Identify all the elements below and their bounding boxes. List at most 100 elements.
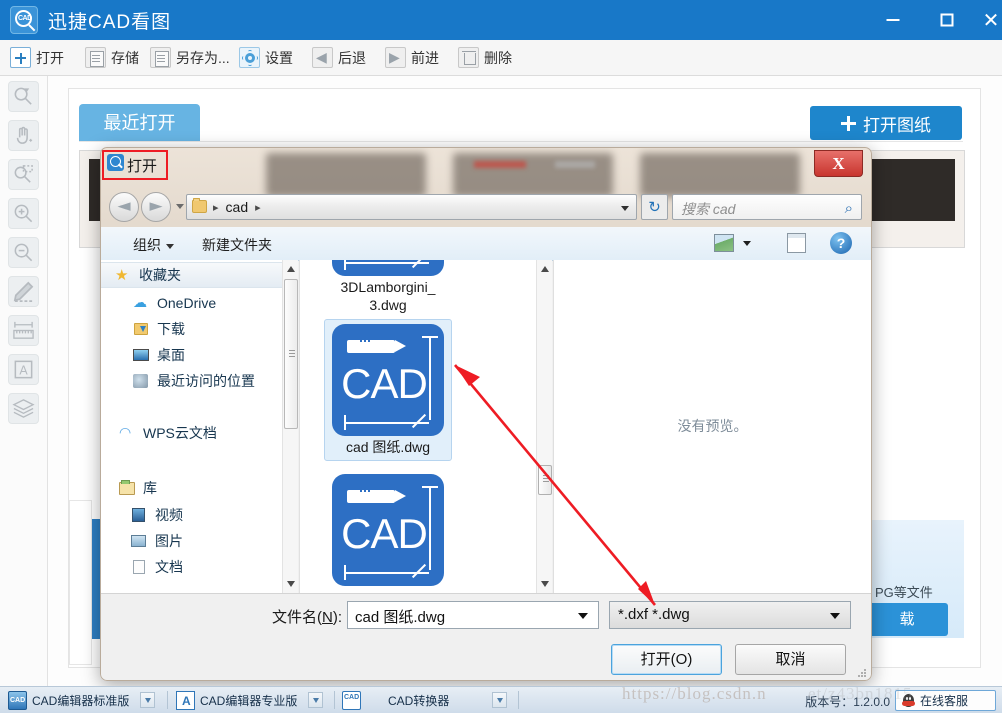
list-item[interactable]: CAD cad 图纸.dwg bbox=[324, 319, 452, 461]
no-preview-text: 没有预览。 bbox=[677, 418, 748, 434]
help-icon[interactable]: ? bbox=[830, 232, 852, 254]
scrollbar-thumb[interactable] bbox=[538, 465, 552, 495]
toolbar-save-button[interactable]: 存储 bbox=[85, 44, 139, 71]
taskbar-download-arrow-icon[interactable] bbox=[492, 692, 507, 708]
cancel-button[interactable]: 取消 bbox=[735, 644, 846, 675]
nav-pane-scrollbar[interactable] bbox=[282, 260, 298, 593]
file-list-scrollbar[interactable] bbox=[536, 260, 552, 593]
sidebar-item-label: 最近访问的位置 bbox=[157, 373, 255, 389]
sidebar-item-label: OneDrive bbox=[157, 295, 217, 311]
sidebar-item-videos[interactable]: 视频 bbox=[101, 502, 282, 528]
gear-icon bbox=[239, 47, 260, 68]
toolbar-item-label: 删除 bbox=[484, 49, 512, 66]
sidebar-item-downloads[interactable]: 下载 bbox=[101, 316, 282, 342]
sidebar-item-desktop[interactable]: 桌面 bbox=[101, 342, 282, 368]
filetype-select[interactable]: *.dxf *.dwg bbox=[609, 601, 851, 629]
left-card-back bbox=[69, 500, 92, 665]
pan-hand-icon[interactable] bbox=[8, 120, 39, 151]
open-button[interactable]: 打开(O) bbox=[611, 644, 722, 675]
redo-arrow-icon: ▶ bbox=[385, 47, 406, 68]
scroll-up-icon[interactable] bbox=[287, 266, 295, 272]
maximize-button[interactable] bbox=[924, 0, 970, 40]
zoom-out-icon[interactable] bbox=[8, 237, 39, 268]
sidebar-item-libraries[interactable]: 库 bbox=[101, 475, 282, 501]
resize-grip[interactable] bbox=[857, 668, 867, 678]
scroll-up-icon[interactable] bbox=[541, 266, 549, 272]
search-icon: ⌕ bbox=[844, 199, 853, 217]
close-button[interactable]: ✕ bbox=[968, 0, 1002, 40]
minimize-icon bbox=[886, 19, 900, 21]
breadcrumb-current[interactable]: cad bbox=[226, 199, 249, 215]
svg-text:A: A bbox=[19, 363, 28, 377]
promo-download-button[interactable]: 载 bbox=[866, 603, 948, 636]
desktop-icon bbox=[133, 347, 150, 364]
save-as-icon bbox=[150, 47, 171, 68]
list-item[interactable]: CAD bbox=[324, 474, 452, 586]
sidebar-item-wps-cloud[interactable]: ◠ WPS云文档 bbox=[101, 420, 282, 446]
chevron-down-icon[interactable] bbox=[830, 613, 840, 619]
sidebar-item-label: 文档 bbox=[155, 559, 183, 575]
nav-back-button[interactable]: ◄ bbox=[109, 192, 139, 222]
taskbar-download-arrow-icon[interactable] bbox=[308, 692, 323, 708]
nav-forward-button[interactable]: ► bbox=[141, 192, 171, 222]
open-drawing-button[interactable]: 打开图纸 bbox=[810, 106, 962, 140]
list-item[interactable]: CAD 3DLamborgini_ 3.dwg bbox=[324, 260, 452, 314]
sidebar-item-documents[interactable]: 文档 bbox=[101, 554, 282, 580]
chevron-down-icon[interactable] bbox=[743, 241, 751, 246]
toolbar-delete-button[interactable]: 删除 bbox=[458, 44, 512, 71]
cad-file-icon: CAD bbox=[332, 324, 444, 436]
nav-history-dropdown-icon[interactable] bbox=[176, 204, 184, 209]
dialog-title: 打开 bbox=[127, 158, 158, 175]
chevron-down-icon[interactable] bbox=[578, 613, 588, 619]
toolbar-back-button[interactable]: ◀ 后退 bbox=[312, 44, 366, 71]
toolbar-forward-button[interactable]: ▶ 前进 bbox=[385, 44, 439, 71]
documents-icon bbox=[131, 559, 148, 576]
taskbar-item-cad-converter[interactable]: CAD转换器 bbox=[342, 690, 449, 710]
organize-menu-button[interactable]: 组织 bbox=[133, 235, 174, 255]
zoom-in-icon[interactable] bbox=[8, 198, 39, 229]
cad-standard-icon bbox=[8, 690, 27, 710]
maximize-icon bbox=[940, 13, 954, 27]
layers-icon[interactable] bbox=[8, 393, 39, 424]
filename-input[interactable]: cad 图纸.dwg bbox=[347, 601, 599, 629]
sidebar-item-onedrive[interactable]: ☁ OneDrive bbox=[101, 290, 282, 316]
tab-recent-files[interactable]: 最近打开 bbox=[79, 104, 200, 142]
new-folder-button[interactable]: 新建文件夹 bbox=[202, 235, 272, 255]
minimize-button[interactable] bbox=[870, 0, 916, 40]
toolbar-item-label: 前进 bbox=[411, 49, 439, 66]
cad-pro-icon bbox=[176, 690, 195, 710]
reset-view-icon[interactable] bbox=[8, 81, 39, 112]
zoom-window-icon[interactable] bbox=[8, 159, 39, 190]
search-input[interactable]: 搜索 cad ⌕ bbox=[672, 194, 862, 220]
preview-pane-icon[interactable] bbox=[787, 233, 806, 253]
taskbar-item-cad-standard[interactable]: CAD编辑器标准版 bbox=[8, 690, 129, 710]
sidebar-item-favorites[interactable]: ★ 收藏夹 bbox=[101, 262, 282, 288]
sidebar-item-recent-places[interactable]: 最近访问的位置 bbox=[101, 368, 282, 394]
address-bar[interactable]: ▸ cad ▸ bbox=[186, 194, 637, 220]
sidebar-item-label: 收藏夹 bbox=[139, 267, 181, 283]
pencil-measure-icon[interactable] bbox=[8, 276, 39, 307]
dialog-command-bar: 组织 新建文件夹 ? bbox=[101, 227, 871, 261]
scroll-down-icon[interactable] bbox=[541, 581, 549, 587]
dialog-footer: 文件名(N): cad 图纸.dwg *.dxf *.dwg 打开(O) 取消 bbox=[101, 593, 871, 681]
refresh-button[interactable]: ↻ bbox=[641, 194, 668, 220]
toolbar-open-button[interactable]: 打开 bbox=[10, 44, 64, 71]
toolbar-saveas-button[interactable]: 另存为... bbox=[150, 44, 230, 71]
scroll-down-icon[interactable] bbox=[287, 581, 295, 587]
onedrive-cloud-icon: ☁ bbox=[133, 294, 147, 311]
change-view-icon[interactable] bbox=[714, 234, 734, 252]
toolbar-settings-button[interactable]: 设置 bbox=[239, 44, 293, 71]
ruler-icon[interactable] bbox=[8, 315, 39, 346]
chevron-down-icon[interactable] bbox=[621, 206, 629, 211]
sidebar-item-label: 桌面 bbox=[157, 347, 185, 363]
dialog-close-button[interactable]: X bbox=[814, 150, 863, 177]
text-annotation-icon[interactable]: A bbox=[8, 354, 39, 385]
scrollbar-thumb[interactable] bbox=[284, 279, 298, 429]
taskbar-download-arrow-icon[interactable] bbox=[140, 692, 155, 708]
star-icon: ★ bbox=[115, 265, 129, 284]
taskbar-item-cad-pro[interactable]: CAD编辑器专业版 bbox=[176, 690, 297, 710]
chevron-right-icon: ▸ bbox=[213, 200, 219, 214]
window-title-bar: CAD 迅捷CAD看图 ✕ bbox=[0, 0, 1002, 40]
watermark-text-2: et/z43bn1815 bbox=[808, 684, 913, 703]
sidebar-item-pictures[interactable]: 图片 bbox=[101, 528, 282, 554]
